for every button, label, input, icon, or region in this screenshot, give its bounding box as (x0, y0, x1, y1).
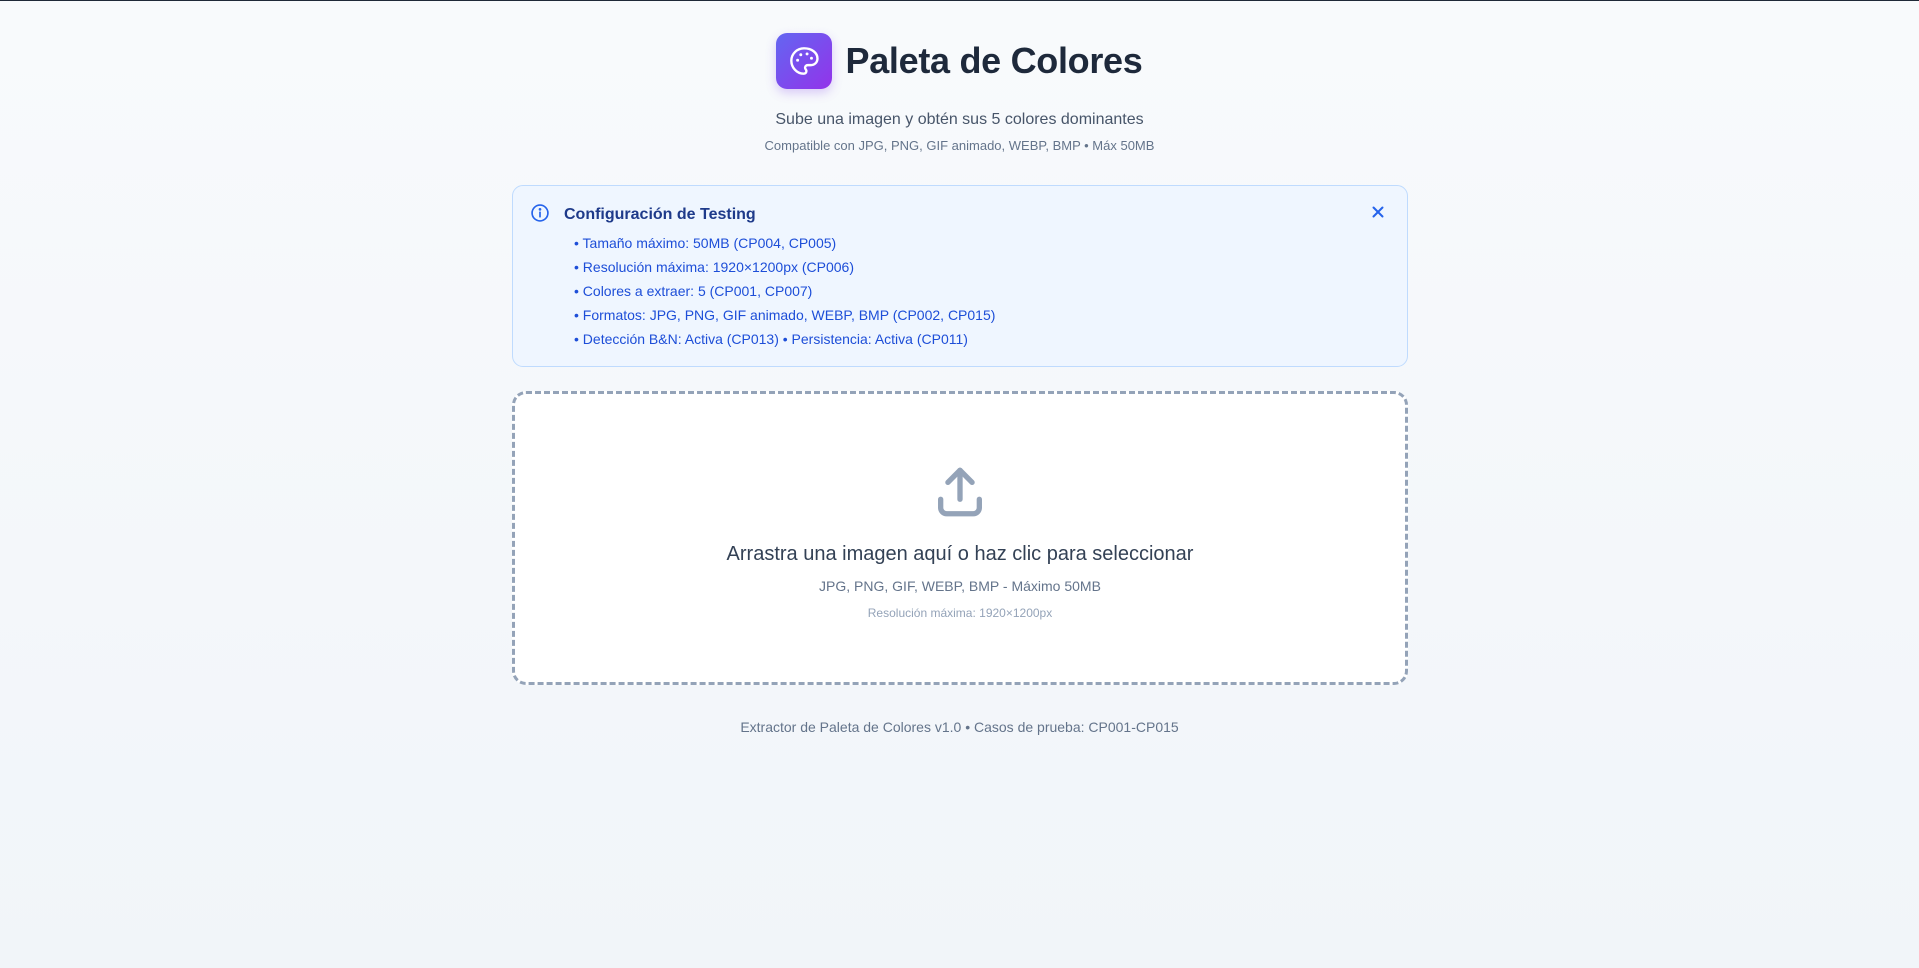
top-border (0, 0, 1919, 1)
info-item: • Detección B&N: Activa (CP013) • Persis… (574, 331, 968, 347)
info-item: • Tamaño máximo: 50MB (CP004, CP005) (574, 235, 837, 251)
page-title: Paleta de Colores (845, 40, 1143, 81)
info-list: • Tamaño máximo: 50MB (CP004, CP005) • R… (530, 231, 1391, 351)
dropzone-resolution: Resolución máxima: 1920×1200px (867, 606, 1053, 620)
info-title: Configuración de Testing (564, 206, 756, 223)
image-dropzone[interactable]: Arrastra una imagen aquí o haz clic para… (512, 391, 1408, 685)
info-item: • Formatos: JPG, PNG, GIF animado, WEBP,… (574, 307, 996, 323)
dropzone-instruction: Arrastra una imagen aquí o haz clic para… (726, 543, 1194, 565)
close-icon (1372, 206, 1384, 218)
testing-config-panel: Configuración de Testing • Tamaño máximo… (512, 185, 1408, 367)
app-header: Paleta de Colores Sube una imagen y obté… (0, 33, 1919, 153)
info-icon (530, 203, 550, 228)
info-header: Configuración de Testing (530, 203, 1391, 228)
dropzone-formats: JPG, PNG, GIF, WEBP, BMP - Máximo 50MB (819, 578, 1101, 594)
info-item: • Colores a extraer: 5 (CP001, CP007) (574, 283, 813, 299)
page-footer: Extractor de Paleta de Colores v1.0 • Ca… (740, 719, 1179, 735)
page-subtitle: Sube una imagen y obtén sus 5 colores do… (775, 111, 1144, 128)
compatibility-note: Compatible con JPG, PNG, GIF animado, WE… (764, 138, 1155, 153)
palette-icon (776, 33, 833, 89)
upload-icon (931, 463, 989, 526)
app-page: Paleta de Colores Sube una imagen y obté… (0, 0, 1919, 968)
title-row: Paleta de Colores (0, 33, 1919, 89)
info-item: • Resolución máxima: 1920×1200px (CP006) (574, 259, 854, 275)
close-button[interactable] (1367, 201, 1389, 223)
